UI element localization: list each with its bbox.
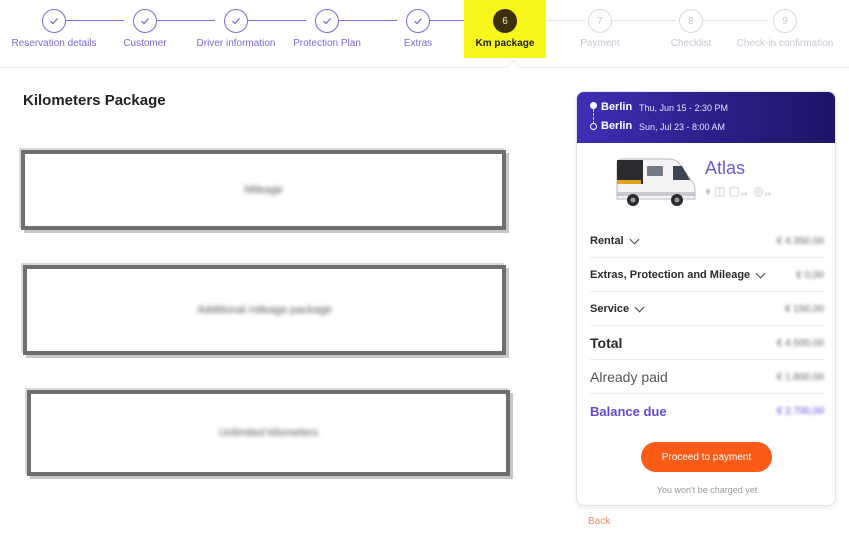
rental-label[interactable]: Rental — [590, 234, 640, 247]
step-driver-information[interactable]: Driver information — [191, 0, 281, 58]
page-title: Kilometers Package — [23, 92, 166, 109]
seat-icon: ▢ — [728, 184, 740, 198]
seats-count: x4 — [740, 192, 748, 198]
total-value: € 4.500,00 — [776, 337, 824, 349]
extras-row[interactable]: Extras, Protection and Mileage € 0,00 — [590, 259, 824, 292]
rental-row[interactable]: Rental € 4.350,00 — [590, 225, 824, 258]
proceed-to-payment-button[interactable]: Proceed to payment — [641, 442, 772, 472]
balance-due-value: € 2.700,00 — [776, 406, 824, 417]
step-number: 8 — [679, 9, 703, 33]
vehicle-amenities: ♦ ◫ ▢ x4 ◎ x4 — [705, 184, 774, 198]
dropoff-date: Sun, Jul 23 - 8:00 AM — [639, 122, 726, 132]
balance-due-row: Balance due € 2.700,00 — [590, 395, 824, 428]
option-label: Additional mileage package — [197, 304, 332, 316]
option-label: Unlimited kilometers — [218, 427, 319, 439]
extras-value: € 0,00 — [796, 269, 824, 281]
step-payment[interactable]: 7 Payment — [555, 0, 645, 58]
pickup-pin-icon — [590, 102, 597, 109]
balance-due-label: Balance due — [590, 404, 667, 419]
step-number: 7 — [588, 9, 612, 33]
step-label: Check-in confirmation — [736, 38, 834, 49]
beds-count: x4 — [764, 192, 771, 198]
chevron-down-icon — [634, 302, 645, 312]
step-number: 6 — [493, 9, 517, 33]
no-charge-note: You won't be charged yet — [656, 485, 758, 495]
shower-icon: ♦ — [705, 184, 712, 198]
step-number: 9 — [773, 9, 797, 33]
step-reservation-details[interactable]: Reservation details — [9, 0, 99, 58]
km-option-mileage[interactable]: Mileage — [21, 150, 506, 230]
rental-value: € 4.350,00 — [776, 235, 824, 247]
step-customer[interactable]: Customer — [100, 0, 190, 58]
step-check-in-confirmation[interactable]: 9 Check-in confirmation — [737, 0, 833, 58]
already-paid-label: Already paid — [590, 369, 668, 385]
km-option-unlimited[interactable]: Unlimited kilometers — [27, 390, 510, 476]
step-checklist[interactable]: 8 Checklist — [646, 0, 736, 58]
km-option-additional-package[interactable]: Additional mileage package — [23, 265, 506, 355]
progress-stepper: Reservation details Customer Driver info… — [0, 0, 849, 68]
bed-icon: ◎ — [753, 184, 764, 198]
step-label: Checklist — [670, 38, 712, 49]
check-icon — [406, 9, 430, 33]
booking-summary-card: Berlin Thu, Jun 15 - 2:30 PM Berlin Sun,… — [576, 91, 836, 506]
dropoff-pin-icon — [590, 123, 597, 130]
extras-label[interactable]: Extras, Protection and Mileage — [590, 268, 766, 281]
check-icon — [224, 9, 248, 33]
already-paid-row: Already paid € 1.800,00 — [590, 361, 824, 394]
toilet-icon: ◫ — [714, 184, 726, 198]
check-icon — [133, 9, 157, 33]
dropoff-city: Berlin — [601, 120, 633, 132]
service-label[interactable]: Service — [590, 302, 645, 315]
route-line — [593, 109, 594, 124]
trip-header: Berlin Thu, Jun 15 - 2:30 PM Berlin Sun,… — [577, 92, 835, 143]
step-label: Km package — [475, 38, 535, 49]
total-row: Total € 4.500,00 — [590, 327, 824, 360]
vehicle-name: Atlas — [705, 158, 746, 178]
step-extras[interactable]: Extras — [373, 0, 463, 58]
service-value: € 150,00 — [785, 303, 824, 315]
check-icon — [315, 9, 339, 33]
back-link[interactable]: Back — [588, 516, 610, 527]
step-protection-plan[interactable]: Protection Plan — [282, 0, 372, 58]
option-label: Mileage — [244, 184, 283, 196]
camper-van-image — [616, 158, 696, 206]
check-icon — [42, 9, 66, 33]
chevron-down-icon — [755, 268, 766, 278]
pickup-city: Berlin — [601, 101, 633, 113]
total-label: Total — [590, 335, 623, 351]
already-paid-value: € 1.800,00 — [776, 371, 824, 383]
step-km-package[interactable]: 6 Km package — [464, 0, 546, 58]
service-row[interactable]: Service € 150,00 — [590, 293, 824, 326]
pickup-date: Thu, Jun 15 - 2:30 PM — [639, 103, 729, 113]
chevron-down-icon — [629, 234, 640, 244]
